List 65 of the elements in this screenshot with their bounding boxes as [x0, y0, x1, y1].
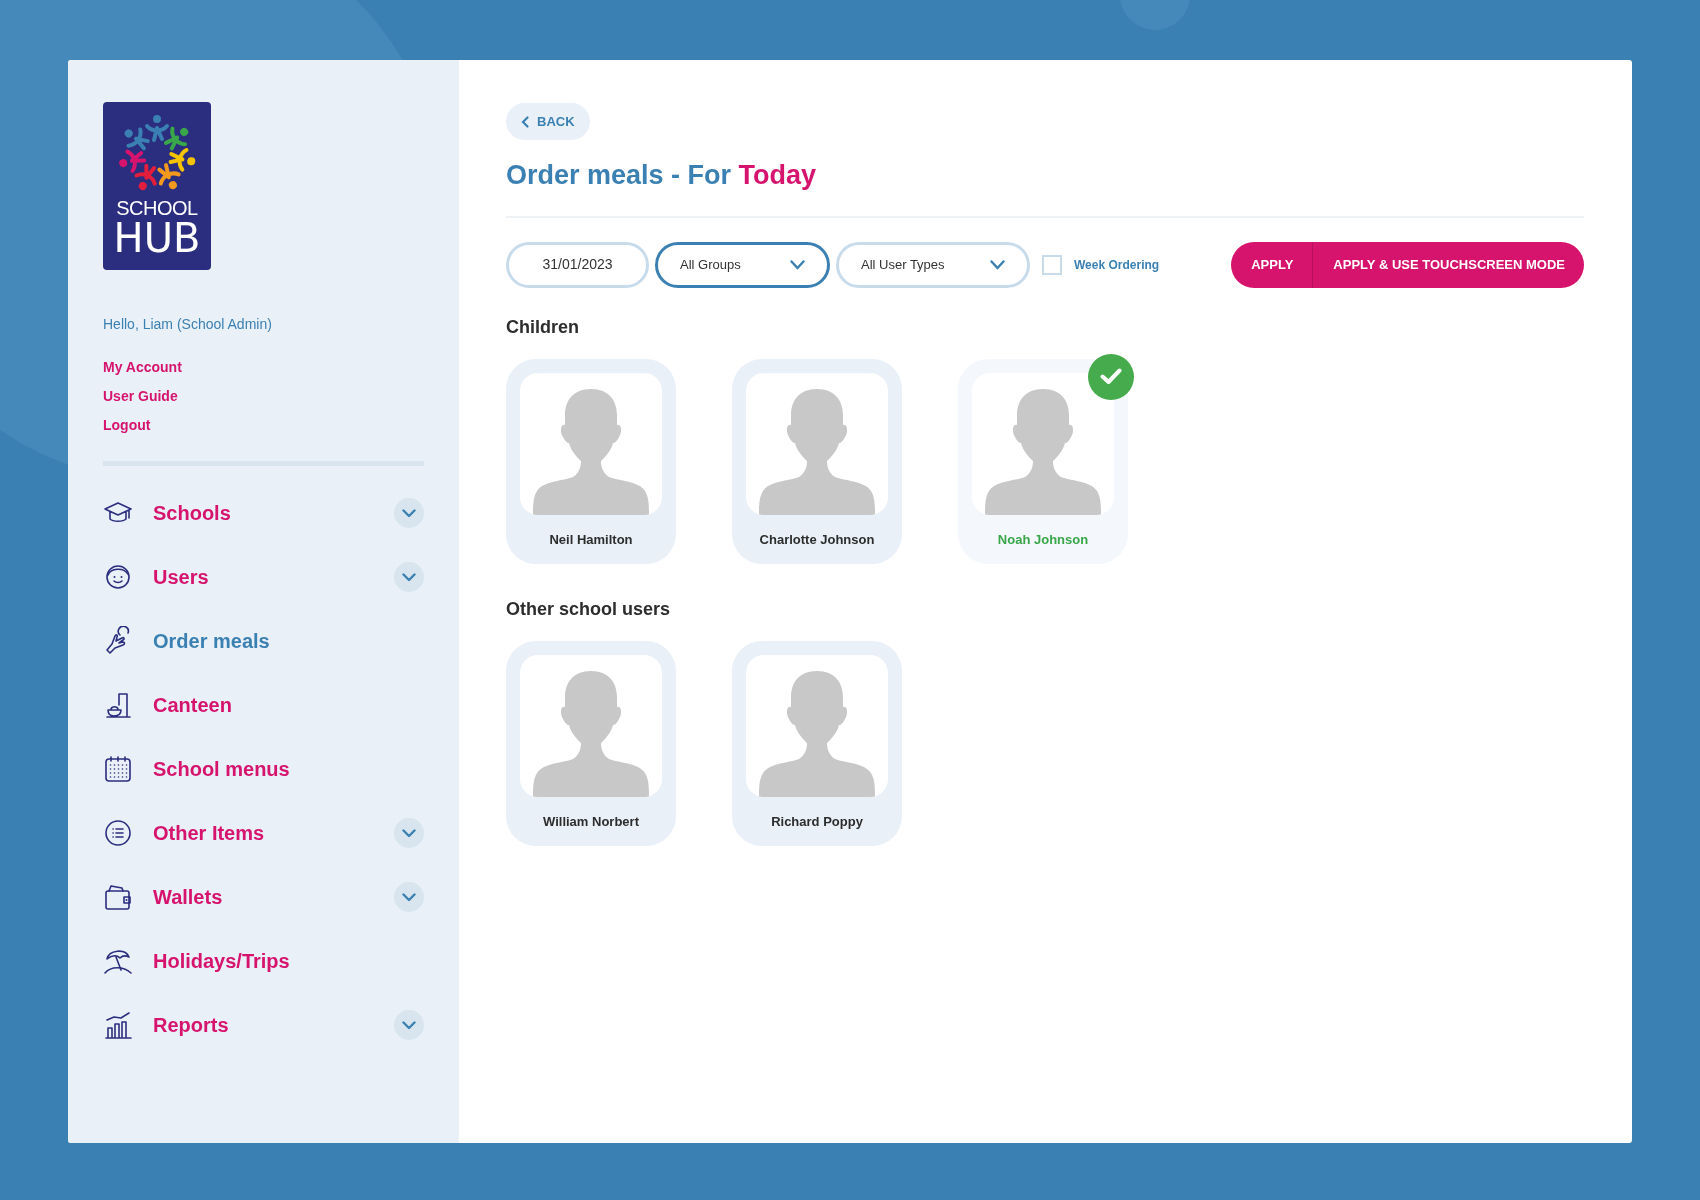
nav-item[interactable]: Order meals: [103, 624, 424, 658]
calendar-icon: [103, 754, 133, 784]
list-icon: [103, 818, 133, 848]
user-card[interactable]: Neil Hamilton: [506, 358, 676, 564]
account-link[interactable]: Logout: [103, 415, 151, 435]
page-title: Order meals - For Today: [506, 159, 817, 192]
nav-item[interactable]: Other Items: [103, 816, 424, 850]
nav-item[interactable]: School menus: [103, 752, 424, 786]
group-dropdown[interactable]: All Groups: [655, 241, 830, 288]
apply-button[interactable]: APPLY & USE TOUCHSCREEN MODE: [1312, 241, 1584, 288]
user-name: Neil Hamilton: [549, 530, 633, 549]
account-link[interactable]: My Account: [103, 357, 182, 377]
week-ordering-checkbox[interactable]: [1042, 254, 1062, 275]
nav-item[interactable]: Holidays/Trips: [103, 944, 424, 978]
nav-item[interactable]: Canteen: [103, 688, 424, 722]
user-card[interactable]: Richard Poppy: [732, 640, 902, 846]
chevron-down-icon: [402, 892, 416, 902]
expand-chevron-button[interactable]: [394, 818, 424, 848]
week-ordering-label: Week Ordering: [1074, 256, 1160, 274]
section-heading: Children: [506, 315, 580, 339]
section-heading: Other school users: [506, 597, 672, 621]
apply-button[interactable]: APPLY: [1231, 241, 1313, 288]
nav-label: Schools: [153, 501, 231, 526]
check-icon: [1100, 368, 1122, 385]
nav-label: Canteen: [153, 693, 232, 718]
user-card[interactable]: Charlotte Johnson: [732, 358, 902, 564]
chevron-down-icon: [990, 259, 1005, 270]
chevron-down-icon: [790, 259, 805, 270]
user-card[interactable]: Noah Johnson: [958, 358, 1128, 564]
nav-label: Other Items: [153, 821, 265, 846]
chevron-down-icon: [402, 572, 416, 582]
expand-chevron-button[interactable]: [394, 1010, 424, 1040]
user-type-dropdown[interactable]: All User Types: [836, 241, 1030, 288]
user-name: Richard Poppy: [771, 812, 863, 831]
nav-item[interactable]: Schools: [103, 496, 424, 530]
bar-chart-icon: [103, 1010, 133, 1040]
date-field[interactable]: 31/01/2023: [506, 241, 649, 288]
nav-label: School menus: [153, 757, 290, 782]
expand-chevron-button[interactable]: [394, 882, 424, 912]
user-name: Charlotte Johnson: [759, 530, 875, 549]
chevron-left-icon: [521, 115, 529, 128]
face-icon: [103, 562, 133, 592]
expand-chevron-button[interactable]: [394, 498, 424, 528]
nav-label: Users: [153, 565, 209, 590]
nav-item[interactable]: Users: [103, 560, 424, 594]
user-card[interactable]: William Norbert: [506, 640, 676, 846]
nav-item[interactable]: Wallets: [103, 880, 424, 914]
user-name: Noah Johnson: [997, 530, 1089, 549]
expand-chevron-button[interactable]: [394, 562, 424, 592]
logo-text: HUB: [113, 218, 201, 258]
logo-text: SCHOOL: [116, 198, 198, 218]
greeting-text: Hello, Liam (School Admin): [103, 315, 273, 334]
user-name: William Norbert: [543, 812, 639, 831]
chevron-down-icon: [402, 828, 416, 838]
nav-label: Holidays/Trips: [153, 949, 290, 974]
back-button[interactable]: BACK: [506, 103, 590, 140]
chevron-down-icon: [402, 1020, 416, 1030]
bowl-and-glass-icon: [103, 690, 133, 720]
nav-item[interactable]: Reports: [103, 1008, 424, 1042]
nav-label: Order meals: [153, 629, 270, 654]
account-link[interactable]: User Guide: [103, 386, 178, 406]
wallet-icon: [103, 882, 133, 912]
nav-label: Reports: [153, 1013, 229, 1038]
chevron-down-icon: [402, 508, 416, 518]
nav-label: Wallets: [153, 885, 223, 910]
